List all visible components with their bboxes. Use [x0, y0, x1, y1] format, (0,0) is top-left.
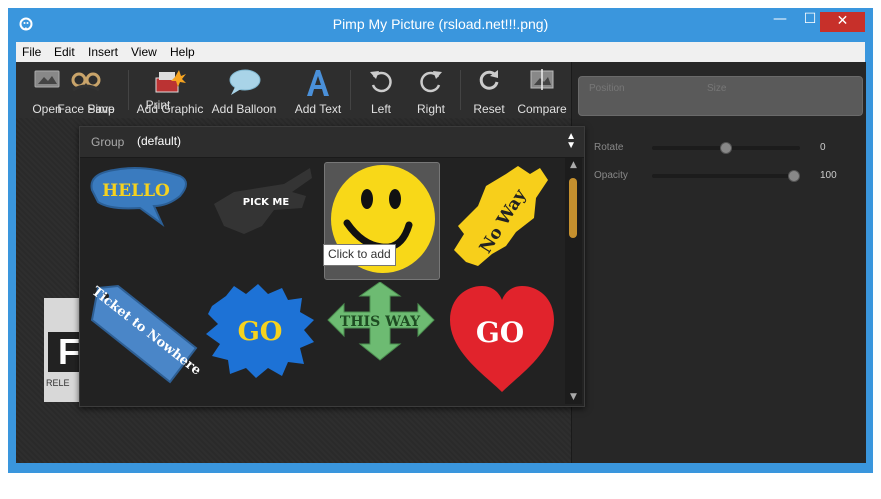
close-button[interactable]: ✕ — [820, 12, 865, 32]
rotate-label: Rotate — [594, 142, 624, 153]
image-caption: RELE — [46, 378, 70, 388]
properties-panel: Position Size Rotate 0 Opacity 100 — [571, 62, 866, 463]
print-button[interactable]: Print — [143, 62, 173, 118]
opacity-value: 100 — [820, 170, 837, 181]
hello-text: HELLO — [102, 181, 170, 201]
title-bar: Pimp My Picture (rsload.net!!!.png) — ☐ … — [8, 8, 873, 42]
rotate-slider-handle[interactable] — [720, 142, 732, 154]
rotate-right-icon — [420, 71, 442, 93]
sticker-pick-me[interactable]: PICK ME — [204, 162, 320, 280]
sticker-hello[interactable]: HELLO — [84, 162, 200, 280]
graphic-picker-popup: Group (default) ▲ ▼ HELLO PICK ME No Way… — [79, 126, 585, 407]
opacity-slider[interactable] — [652, 170, 800, 182]
sticker-this-way[interactable]: THIS WAY — [324, 281, 440, 400]
this-way-arrows-graphic: THIS WAY — [327, 281, 435, 361]
menu-view[interactable]: View — [131, 45, 157, 59]
go-heart-graphic: GO — [450, 286, 554, 392]
click-to-add-tooltip: Click to add — [323, 244, 396, 266]
pick-me-text: PICK ME — [243, 197, 290, 208]
group-selector[interactable]: Group (default) ▲ ▼ — [80, 127, 584, 158]
rotate-left-icon — [370, 71, 392, 93]
go-burst-text: GO — [238, 317, 283, 347]
menu-insert[interactable]: Insert — [88, 45, 118, 59]
opacity-slider-row: Opacity 100 — [594, 168, 844, 184]
rotate-slider[interactable] — [652, 142, 800, 154]
no-way-sign-graphic: No Way — [454, 166, 548, 266]
rotate-value: 0 — [820, 142, 826, 153]
minimize-button[interactable]: — — [765, 8, 795, 32]
sticker-no-way[interactable]: No Way — [444, 162, 560, 280]
rotate-left-button[interactable]: Left — [364, 62, 398, 118]
compare-button[interactable]: Compare — [517, 62, 567, 118]
graphic-scrollbar[interactable]: ▲ ▼ — [565, 158, 582, 404]
group-label: Group — [91, 135, 125, 149]
toolbar: Open Face Pimp Save Add Graphic Print Ad… — [16, 62, 571, 118]
pick-me-hand-graphic: PICK ME — [214, 168, 312, 234]
compare-icon — [530, 69, 554, 90]
hello-balloon-graphic: HELLO — [90, 167, 187, 228]
menu-help[interactable]: Help — [170, 45, 195, 59]
reset-icon — [479, 70, 499, 90]
scroll-down-arrow-icon[interactable]: ▼ — [565, 390, 582, 404]
size-label: Size — [707, 83, 727, 94]
scroll-up-arrow-icon[interactable]: ▲ — [565, 158, 582, 172]
sticker-go-burst[interactable]: GO — [204, 282, 320, 400]
window-title: Pimp My Picture (rsload.net!!!.png) — [332, 16, 549, 32]
up-down-arrow-icon: ▲ ▼ — [566, 131, 576, 151]
open-image-icon — [34, 70, 60, 88]
speech-balloon-icon — [229, 69, 261, 95]
scroll-thumb[interactable] — [569, 178, 577, 238]
group-value: (default) — [137, 134, 182, 148]
add-balloon-button[interactable]: Add Balloon — [212, 62, 276, 118]
menu-edit[interactable]: Edit — [54, 45, 75, 59]
save-button[interactable]: Save — [86, 62, 116, 118]
menu-bar: File Edit Insert View Help — [16, 42, 865, 62]
add-text-button[interactable]: Add Text — [292, 62, 344, 118]
rotate-slider-row: Rotate 0 — [594, 140, 844, 156]
text-a-icon — [307, 70, 329, 96]
go-burst-graphic: GO — [206, 284, 314, 378]
rotate-right-button[interactable]: Right — [414, 62, 448, 118]
go-heart-text: GO — [476, 316, 524, 349]
sticker-ticket-to-nowhere[interactable]: Ticket to Nowhere — [84, 282, 204, 400]
ticket-to-nowhere-graphic: Ticket to Nowhere — [89, 284, 204, 384]
opacity-slider-handle[interactable] — [788, 170, 800, 182]
opacity-label: Opacity — [594, 170, 628, 181]
graphic-grid: HELLO PICK ME No Way Ticket to Nowhere G… — [80, 158, 564, 404]
this-way-text: THIS WAY — [340, 314, 421, 330]
sticker-go-heart[interactable]: GO — [444, 282, 560, 400]
position-label: Position — [589, 83, 625, 94]
position-size-box: Position Size — [578, 76, 863, 116]
menu-file[interactable]: File — [22, 45, 41, 59]
